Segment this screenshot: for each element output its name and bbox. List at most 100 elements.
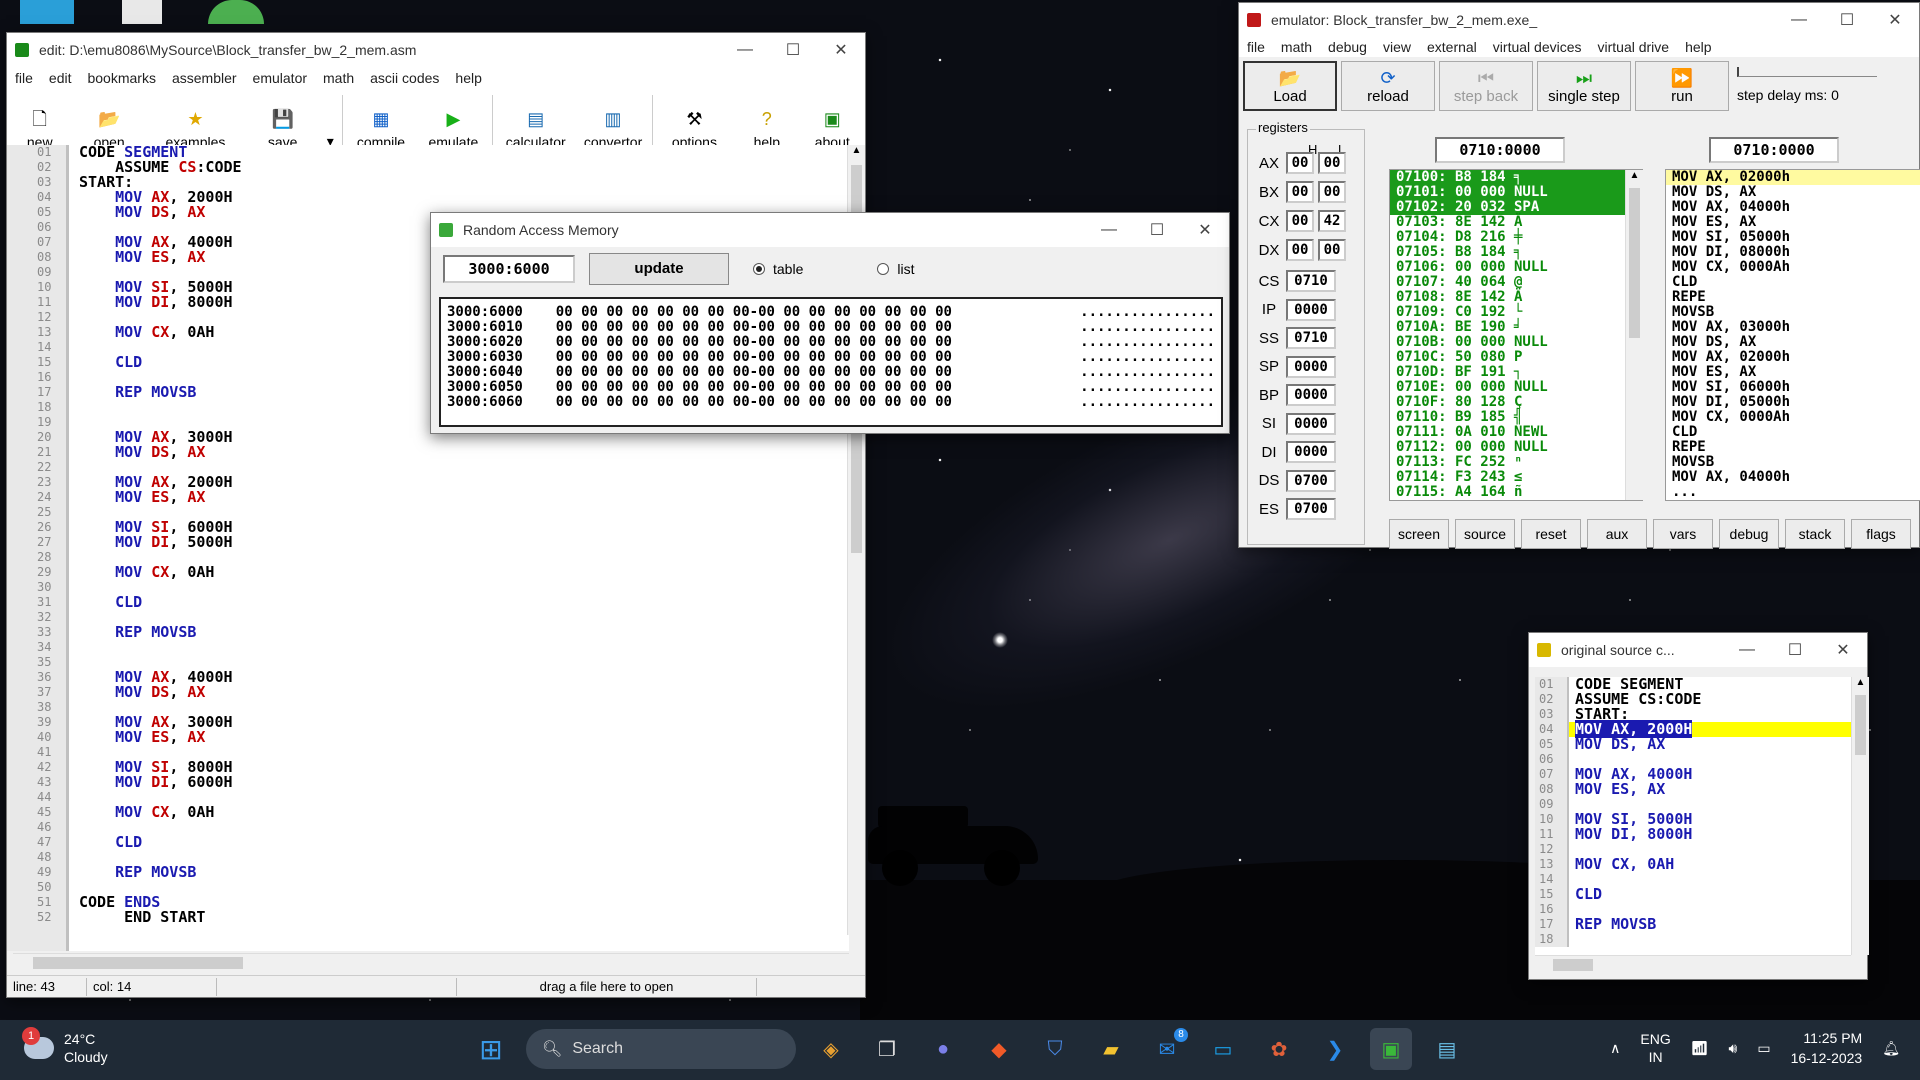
single-step-button[interactable]: ⏭ single step bbox=[1537, 61, 1631, 111]
disasm-row[interactable]: 07112: 00 000 NULL bbox=[1390, 440, 1642, 455]
disassembly-list[interactable]: 07100: B8 184 ╕ 07101: 00 000 NULL 07102: … bbox=[1389, 169, 1643, 501]
register-value[interactable]: 0700 bbox=[1286, 498, 1336, 520]
minimize-icon[interactable]: — bbox=[1085, 221, 1133, 239]
menu-item-math[interactable]: math bbox=[315, 70, 362, 86]
run-button[interactable]: ⏩ run bbox=[1635, 61, 1729, 111]
desktop-icon-3[interactable] bbox=[208, 0, 264, 24]
battery-icon[interactable]: ▭ bbox=[1757, 1040, 1770, 1057]
register-high-byte[interactable]: 00 bbox=[1286, 239, 1314, 261]
disasm-row[interactable]: 0710E: 00 000 NULL bbox=[1390, 380, 1642, 395]
menu-item-debug[interactable]: debug bbox=[1320, 39, 1375, 55]
disasm-address[interactable]: 0710:0000 bbox=[1435, 137, 1565, 163]
brave-browser-icon[interactable]: ◆ bbox=[978, 1028, 1020, 1070]
windows-start-icon[interactable]: ⊞ bbox=[470, 1028, 512, 1070]
disasm-row[interactable]: 07110: B9 185 ╣ bbox=[1390, 410, 1642, 425]
disasm-row[interactable]: 07109: C0 192 └ bbox=[1390, 305, 1642, 320]
menu-item-file[interactable]: file bbox=[1239, 39, 1273, 55]
register-value[interactable]: 0000 bbox=[1286, 355, 1336, 378]
instruction-row[interactable]: MOV ES, AX bbox=[1666, 215, 1920, 230]
instruction-row[interactable]: ... bbox=[1666, 485, 1920, 500]
emulator-titlebar[interactable]: emulator: Block_transfer_bw_2_mem.exe_ —… bbox=[1239, 3, 1919, 37]
memory-table[interactable]: 3000:6000 00 00 00 00 00 00 00 00-00 00 0… bbox=[439, 297, 1223, 427]
disasm-row[interactable]: 0710A: BE 190 ╛ bbox=[1390, 320, 1642, 335]
register-low-byte[interactable]: 00 bbox=[1318, 239, 1346, 261]
register-high-byte[interactable]: 00 bbox=[1286, 181, 1314, 203]
register-value[interactable]: 0700 bbox=[1286, 469, 1336, 492]
disasm-scrollbar[interactable]: ▲ bbox=[1625, 170, 1643, 500]
task-view-icon[interactable]: ❐ bbox=[866, 1028, 908, 1070]
disasm-row[interactable]: 07115: A4 164 ñ bbox=[1390, 485, 1642, 500]
source-button[interactable]: source bbox=[1455, 519, 1515, 549]
vscode-icon[interactable]: ❯ bbox=[1314, 1028, 1356, 1070]
menu-item-help[interactable]: help bbox=[1677, 39, 1719, 55]
instruction-row[interactable]: MOV AX, 03000h bbox=[1666, 320, 1920, 335]
editor-titlebar[interactable]: edit: D:\emu8086\MySource\Block_transfer… bbox=[7, 33, 865, 67]
volume-icon[interactable]: 🔊︎ bbox=[1729, 1040, 1738, 1057]
scroll-thumb[interactable] bbox=[1553, 959, 1593, 971]
reset-button[interactable]: reset bbox=[1521, 519, 1581, 549]
stack-button[interactable]: stack bbox=[1785, 519, 1845, 549]
disasm-row[interactable]: 07103: 8E 142 Ä bbox=[1390, 215, 1642, 230]
flags-button[interactable]: flags bbox=[1851, 519, 1911, 549]
instruction-row[interactable]: MOV CX, 0000Ah bbox=[1666, 410, 1920, 425]
teams-chat-icon[interactable]: ● bbox=[922, 1028, 964, 1070]
editor-horizontal-scrollbar[interactable] bbox=[13, 953, 849, 971]
menu-item-external[interactable]: external bbox=[1419, 39, 1485, 55]
load-button[interactable]: 📂 Load bbox=[1243, 61, 1337, 111]
prime-video-icon[interactable]: ▭ bbox=[1202, 1028, 1244, 1070]
step-back-button[interactable]: ⏮ step back bbox=[1439, 61, 1533, 111]
disasm-row[interactable]: 0710F: 80 128 Ç bbox=[1390, 395, 1642, 410]
instruction-row[interactable]: MOV DS, AX bbox=[1666, 335, 1920, 350]
instruction-row[interactable]: REPE bbox=[1666, 290, 1920, 305]
scroll-up-icon[interactable]: ▲ bbox=[1626, 170, 1643, 186]
instruction-row[interactable]: MOV AX, 02000h bbox=[1666, 350, 1920, 365]
scroll-thumb[interactable] bbox=[33, 957, 243, 969]
menu-item-math[interactable]: math bbox=[1273, 39, 1320, 55]
menu-item-file[interactable]: file bbox=[7, 70, 41, 86]
instruction-row[interactable]: MOV SI, 06000h bbox=[1666, 380, 1920, 395]
notepad-icon[interactable]: ▤ bbox=[1426, 1028, 1468, 1070]
instruction-row[interactable]: MOV DS, AX bbox=[1666, 185, 1920, 200]
disasm-row[interactable]: 07105: B8 184 ╕ bbox=[1390, 245, 1642, 260]
wifi-icon[interactable]: 📶︎ bbox=[1691, 1040, 1709, 1057]
instruction-row[interactable]: MOV DI, 05000h bbox=[1666, 395, 1920, 410]
original-source-code[interactable]: 01 CODE SEGMENT 02 ASSUME CS:CODE 03 START: 04… bbox=[1535, 677, 1851, 955]
instruction-list[interactable]: MOV AX, 02000h MOV DS, AX MOV AX, 04000h MO… bbox=[1665, 169, 1920, 501]
search-box[interactable]: 🔍︎ Search bbox=[526, 1029, 796, 1069]
menu-item-edit[interactable]: edit bbox=[41, 70, 80, 86]
ram-titlebar[interactable]: Random Access Memory — ☐ ✕ bbox=[431, 213, 1229, 247]
menu-item-virtual-drive[interactable]: virtual drive bbox=[1590, 39, 1678, 55]
register-value[interactable]: 0000 bbox=[1286, 412, 1336, 435]
emu8086-taskbar-icon[interactable]: ▣ bbox=[1370, 1028, 1412, 1070]
mail-icon[interactable]: ✉ 8 bbox=[1146, 1028, 1188, 1070]
instruction-row[interactable]: MOV AX, 04000h bbox=[1666, 200, 1920, 215]
scroll-thumb[interactable] bbox=[1855, 695, 1866, 755]
close-icon[interactable]: ✕ bbox=[817, 40, 865, 60]
reload-button[interactable]: ⟳ reload bbox=[1341, 61, 1435, 111]
asm-address[interactable]: 0710:0000 bbox=[1709, 137, 1839, 163]
desktop-icon-2[interactable] bbox=[122, 0, 162, 24]
disasm-row[interactable]: 07114: F3 243 ≤ bbox=[1390, 470, 1642, 485]
weather-widget[interactable]: 1 24°C Cloudy bbox=[22, 1027, 108, 1066]
disasm-row[interactable]: 07100: B8 184 ╕ bbox=[1390, 170, 1642, 185]
menu-item-help[interactable]: help bbox=[447, 70, 489, 86]
instruction-row[interactable]: MOV DI, 08000h bbox=[1666, 245, 1920, 260]
disasm-row[interactable]: 07113: FC 252 ⁿ bbox=[1390, 455, 1642, 470]
disasm-row[interactable]: 0710D: BF 191 ┐ bbox=[1390, 365, 1642, 380]
disasm-row[interactable]: 07108: 8E 142 Ä bbox=[1390, 290, 1642, 305]
clock[interactable]: 11:25 PM 16-12-2023 bbox=[1791, 1028, 1863, 1068]
instruction-row[interactable]: CLD bbox=[1666, 425, 1920, 440]
register-value[interactable]: 0000 bbox=[1286, 441, 1336, 463]
register-high-byte[interactable]: 00 bbox=[1286, 152, 1314, 174]
maximize-icon[interactable]: ☐ bbox=[1133, 220, 1181, 240]
menu-item-bookmarks[interactable]: bookmarks bbox=[79, 70, 163, 86]
close-icon[interactable]: ✕ bbox=[1181, 220, 1229, 240]
register-low-byte[interactable]: 00 bbox=[1318, 181, 1346, 203]
disasm-row[interactable]: 07101: 00 000 NULL bbox=[1390, 185, 1642, 200]
register-value[interactable]: 0710 bbox=[1286, 327, 1336, 349]
vars-button[interactable]: vars bbox=[1653, 519, 1713, 549]
copilot-icon[interactable]: ◈ bbox=[810, 1028, 852, 1070]
disasm-row[interactable]: 07104: D8 216 ╪ bbox=[1390, 230, 1642, 245]
disasm-row[interactable]: 07106: 00 000 NULL bbox=[1390, 260, 1642, 275]
instruction-row[interactable]: MOV CX, 0000Ah bbox=[1666, 260, 1920, 275]
